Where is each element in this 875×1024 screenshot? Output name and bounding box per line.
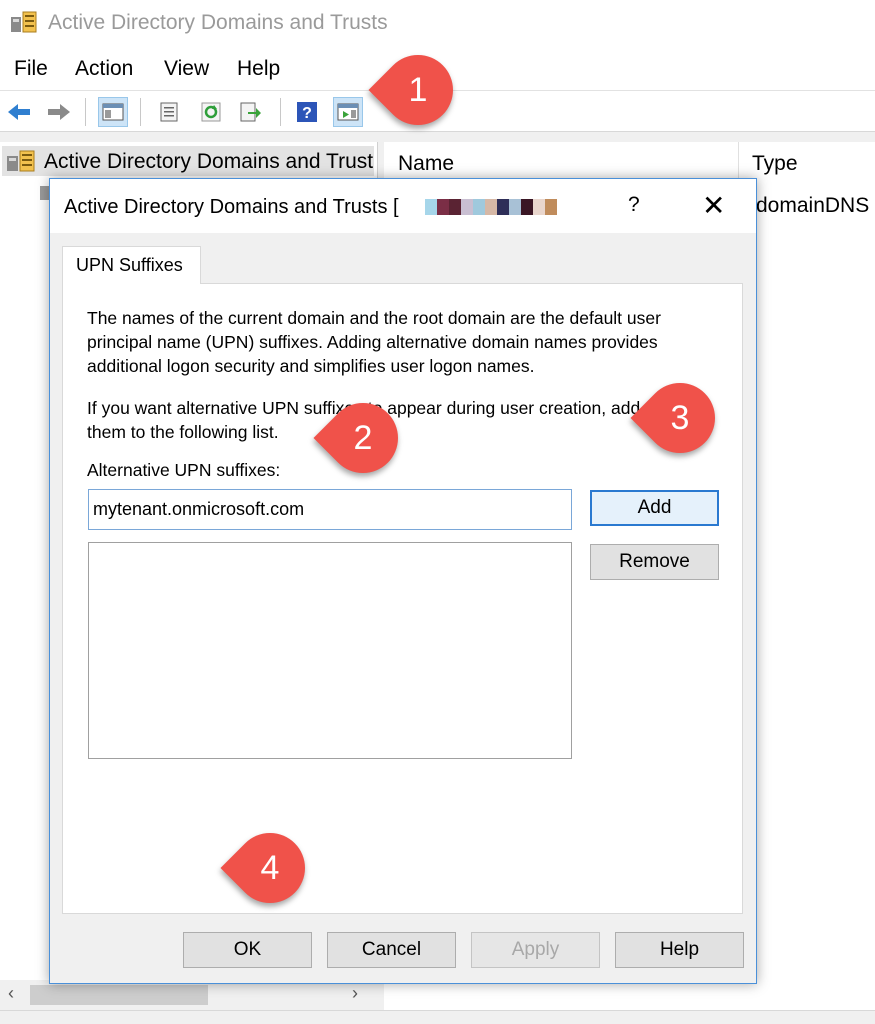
scrollbar-thumb[interactable] [30, 985, 208, 1005]
ad-domains-trusts-icon [10, 10, 38, 34]
redaction-block [473, 199, 485, 215]
dialog-help-icon[interactable]: ? [628, 193, 640, 217]
tab-upn-suffixes[interactable]: UPN Suffixes [62, 246, 201, 284]
tree-item-root[interactable]: Active Directory Domains and Trust [2, 146, 374, 176]
callout-number-4: 4 [260, 848, 280, 887]
description-line: The names of the current domain and the … [87, 308, 661, 328]
menu-action[interactable]: Action [75, 57, 133, 81]
scroll-left-icon[interactable]: ‹ [8, 983, 14, 1004]
redaction-block [485, 199, 497, 215]
cancel-button[interactable]: Cancel [327, 932, 456, 968]
export-list-icon[interactable] [236, 97, 266, 127]
toolbar-separator [85, 98, 86, 126]
redaction-block [449, 199, 461, 215]
status-bar [0, 1010, 875, 1024]
description-line: additional logon security and simplifies… [87, 356, 535, 376]
apply-button[interactable]: Apply [471, 932, 600, 968]
dialog-title: Active Directory Domains and Trusts [ [64, 196, 399, 218]
redacted-domain-name [425, 199, 557, 215]
tab-label: UPN Suffixes [76, 255, 183, 275]
upn-suffix-text[interactable] [89, 490, 571, 529]
description-text: The names of the current domain and the … [87, 306, 661, 378]
description-line: principal name (UPN) suffixes. Adding al… [87, 332, 658, 352]
list-item-type: domainDNS [756, 194, 870, 217]
menu-file[interactable]: File [14, 57, 48, 81]
redaction-block [437, 199, 449, 215]
scroll-right-icon[interactable]: › [352, 983, 358, 1004]
column-header-name[interactable]: Name [398, 152, 454, 176]
redaction-block [425, 199, 437, 215]
callout-number-3: 3 [670, 398, 690, 437]
redaction-block [545, 199, 557, 215]
upn-suffixes-panel: The names of the current domain and the … [62, 283, 743, 914]
column-header-type[interactable]: Type [752, 152, 798, 176]
window-title: Active Directory Domains and Trusts [48, 11, 388, 34]
upn-suffixes-list[interactable] [88, 542, 572, 759]
help-button[interactable]: Help [615, 932, 744, 968]
upn-suffix-input[interactable] [88, 489, 572, 530]
window-title-bar: Active Directory Domains and Trusts [0, 0, 875, 48]
close-icon[interactable]: ✕ [702, 189, 725, 222]
horizontal-scrollbar[interactable]: ‹ › [0, 980, 378, 1010]
tree-item-label: Active Directory Domains and Trust [44, 150, 374, 173]
ad-domains-trusts-icon [6, 149, 36, 178]
show-hide-action-pane-icon[interactable] [333, 97, 363, 127]
alternative-upn-suffixes-label: Alternative UPN suffixes: [87, 460, 281, 480]
add-button[interactable]: Add [590, 490, 719, 526]
dialog-title-bar: Active Directory Domains and Trusts [ ? … [50, 179, 756, 233]
redaction-block [461, 199, 473, 215]
callout-number-2: 2 [353, 418, 373, 457]
forward-arrow-icon[interactable] [44, 97, 74, 127]
help-icon[interactable]: ? [292, 97, 322, 127]
svg-text:?: ? [302, 105, 312, 122]
back-arrow-icon[interactable] [4, 97, 34, 127]
redaction-block [533, 199, 545, 215]
upn-suffixes-dialog: Active Directory Domains and Trusts [ ? … [49, 178, 757, 984]
menu-help[interactable]: Help [237, 57, 280, 81]
remove-button[interactable]: Remove [590, 544, 719, 580]
toolbar-separator [280, 98, 281, 126]
properties-icon[interactable] [154, 97, 184, 127]
menu-view[interactable]: View [164, 57, 209, 81]
show-hide-console-tree-icon[interactable] [98, 97, 128, 127]
redaction-block [509, 199, 521, 215]
toolbar-separator [140, 98, 141, 126]
ok-button[interactable]: OK [183, 932, 312, 968]
refresh-icon[interactable] [196, 97, 226, 127]
callout-number-1: 1 [408, 70, 428, 109]
redaction-block [497, 199, 509, 215]
redaction-block [521, 199, 533, 215]
